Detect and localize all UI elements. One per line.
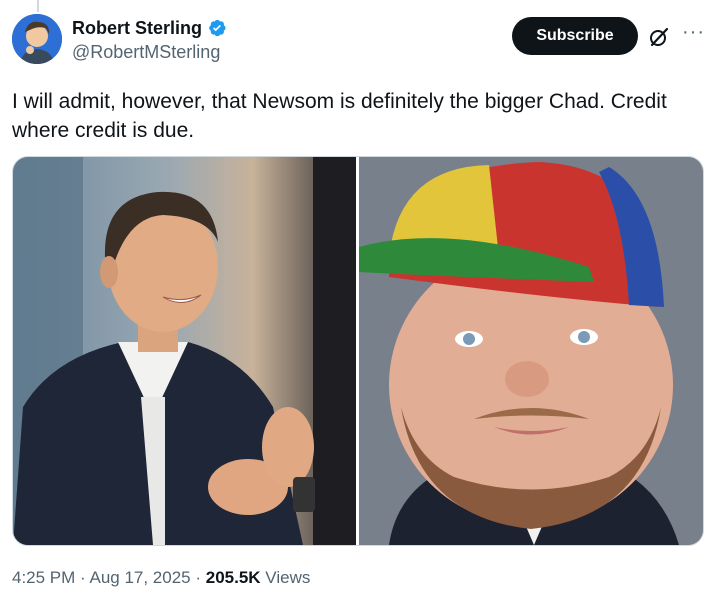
more-icon[interactable]: ··· (682, 22, 705, 42)
meta-separator: · (190, 568, 206, 587)
subscribe-button[interactable]: Subscribe (512, 17, 638, 55)
display-name-row[interactable]: Robert Sterling (72, 17, 227, 39)
media-grid[interactable] (12, 156, 704, 546)
cartoon-avatar-image (12, 14, 62, 64)
tweet-meta: 4:25 PM · Aug 17, 2025 · 205.5K Views (12, 567, 310, 589)
meta-separator: · (75, 568, 90, 587)
views-count[interactable]: 205.5K (206, 568, 261, 587)
grok-icon[interactable] (648, 26, 670, 48)
display-name[interactable]: Robert Sterling (72, 17, 202, 39)
photo-man-in-suit[interactable] (13, 157, 356, 545)
verified-badge-icon[interactable] (207, 18, 227, 38)
photo-man-with-propeller-cap[interactable] (359, 157, 703, 545)
tweet-time[interactable]: 4:25 PM (12, 568, 75, 587)
thread-connector-line (37, 0, 39, 12)
views-label: Views (260, 568, 311, 587)
author-info[interactable]: Robert Sterling @RobertMSterling (72, 17, 227, 63)
avatar[interactable] (12, 14, 62, 64)
handle[interactable]: @RobertMSterling (72, 41, 227, 63)
tweet-date[interactable]: Aug 17, 2025 (89, 568, 190, 587)
tweet-text: I will admit, however, that Newsom is de… (12, 90, 667, 142)
